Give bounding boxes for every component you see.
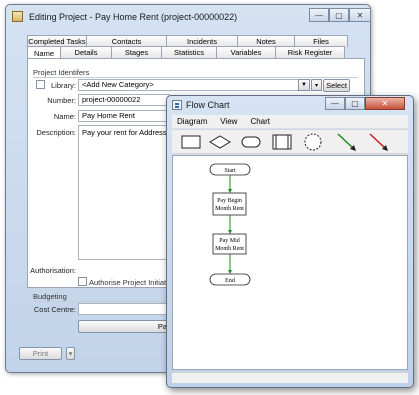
editing-caption-buttons: — ▢ ✕ <box>309 8 371 22</box>
description-label: Description: <box>36 128 76 137</box>
editing-project-titlebar[interactable]: Editing Project - Pay Home Rent (project… <box>6 5 371 29</box>
rounded-rect-tool[interactable] <box>240 132 262 152</box>
select-button[interactable]: Select <box>323 79 350 92</box>
tab-variables[interactable]: Variables <box>216 46 276 58</box>
budgeting-divider <box>33 301 168 302</box>
library-dropdown-button[interactable]: ▼ <box>298 79 310 91</box>
cost-centre-field[interactable] <box>78 303 170 315</box>
maximize-icon: ▢ <box>335 10 343 20</box>
menu-diagram[interactable]: Diagram <box>177 117 207 126</box>
shape-toolbar <box>172 129 408 154</box>
authorise-checkbox[interactable] <box>78 277 87 286</box>
project-icon <box>12 11 23 22</box>
node-end[interactable]: End <box>209 273 251 286</box>
chevron-down-icon: ▼ <box>301 82 307 88</box>
close-icon: ✕ <box>381 99 389 108</box>
close-icon: ✕ <box>356 10 364 20</box>
project-identifiers-heading: Project Identifers <box>33 68 90 77</box>
description-field[interactable]: Pay your rent for Address <box>78 125 170 260</box>
print-dropdown-button[interactable]: ▾ <box>66 347 75 360</box>
flow-chart-window: Flow Chart — ▢ ✕ Diagram View Chart Star… <box>166 95 414 388</box>
connector-3-arrow-icon <box>228 270 232 274</box>
print-button[interactable]: Print <box>19 347 62 360</box>
tab-stages[interactable]: Stages <box>111 46 162 58</box>
node-pay-begin-month-rent[interactable]: Pay Begin Month Rent <box>212 192 247 216</box>
green-arrow-tool[interactable] <box>336 132 358 152</box>
library-extra-dropdown[interactable]: ▾ <box>311 79 322 91</box>
chevron-down-icon: ▾ <box>68 349 73 358</box>
node-1-line-2: Month Rent <box>215 206 244 212</box>
close-button[interactable]: ✕ <box>349 8 371 22</box>
red-arrow-tool[interactable] <box>368 132 390 152</box>
identifiers-divider <box>33 77 358 78</box>
budgeting-heading: Budgeting <box>33 292 67 301</box>
connector-1-arrow-icon <box>228 189 232 193</box>
chevron-down-icon: ▾ <box>314 82 318 89</box>
flow-diagram: Start Pay Begin Month Rent Pay Mid Month… <box>209 163 251 286</box>
number-label: Number: <box>47 96 76 105</box>
node-2-line-1: Pay Mid <box>219 238 240 244</box>
status-bar <box>172 372 408 383</box>
library-checkbox[interactable] <box>36 80 45 89</box>
editing-project-title: Editing Project - Pay Home Rent (project… <box>29 12 238 22</box>
tab-risk-register[interactable]: Risk Register <box>275 46 345 58</box>
process-tool[interactable] <box>271 132 293 152</box>
library-combo[interactable]: <Add New Category> <box>78 79 310 91</box>
menu-view[interactable]: View <box>220 117 237 126</box>
connector-circle-tool[interactable] <box>302 132 324 152</box>
minimize-button[interactable]: — <box>325 97 345 110</box>
menu-chart[interactable]: Chart <box>250 117 270 126</box>
pa-button[interactable]: Pa <box>78 320 170 333</box>
flow-chart-icon <box>172 100 182 110</box>
node-pay-mid-month-rent[interactable]: Pay Mid Month Rent <box>212 233 247 255</box>
tab-details[interactable]: Details <box>60 46 112 58</box>
close-button[interactable]: ✕ <box>365 97 405 110</box>
authorise-checkbox-label: Authorise Project Initiation <box>89 278 177 287</box>
node-1-line-1: Pay Begin <box>217 198 242 204</box>
node-start[interactable]: Start <box>209 163 251 176</box>
maximize-icon: ▢ <box>351 99 359 108</box>
flow-chart-caption-buttons: — ▢ ✕ <box>325 97 405 110</box>
flow-chart-title: Flow Chart <box>186 100 230 110</box>
cost-centre-label: Cost Centre: <box>33 305 76 314</box>
authorisation-label: Authorisation: <box>30 266 76 275</box>
minimize-icon: — <box>331 99 339 108</box>
flow-chart-canvas[interactable]: Start Pay Begin Month Rent Pay Mid Month… <box>172 155 408 370</box>
flow-chart-titlebar[interactable]: Flow Chart — ▢ ✕ <box>167 96 413 114</box>
tab-statistics[interactable]: Statistics <box>161 46 217 58</box>
maximize-button[interactable]: ▢ <box>329 8 349 22</box>
minimize-button[interactable]: — <box>309 8 329 22</box>
minimize-icon: — <box>315 10 323 20</box>
node-end-text: End <box>225 278 235 284</box>
node-start-text: Start <box>224 168 236 174</box>
diamond-tool[interactable] <box>209 132 231 152</box>
node-2-line-2: Month Rent <box>215 246 244 252</box>
connector-2-arrow-icon <box>228 230 232 234</box>
name-label: Name: <box>53 112 76 121</box>
name-field[interactable]: Pay Home Rent <box>78 110 170 122</box>
description-text: Pay your rent for Address <box>82 128 167 137</box>
library-label: Library: <box>50 81 76 90</box>
rectangle-tool[interactable] <box>180 132 202 152</box>
menu-bar: Diagram View Chart <box>172 115 408 128</box>
number-field[interactable]: project-00000022 <box>78 94 170 106</box>
tab-row-lower: Name Details Stages Statistics Variables… <box>27 46 345 59</box>
maximize-button[interactable]: ▢ <box>345 97 365 110</box>
